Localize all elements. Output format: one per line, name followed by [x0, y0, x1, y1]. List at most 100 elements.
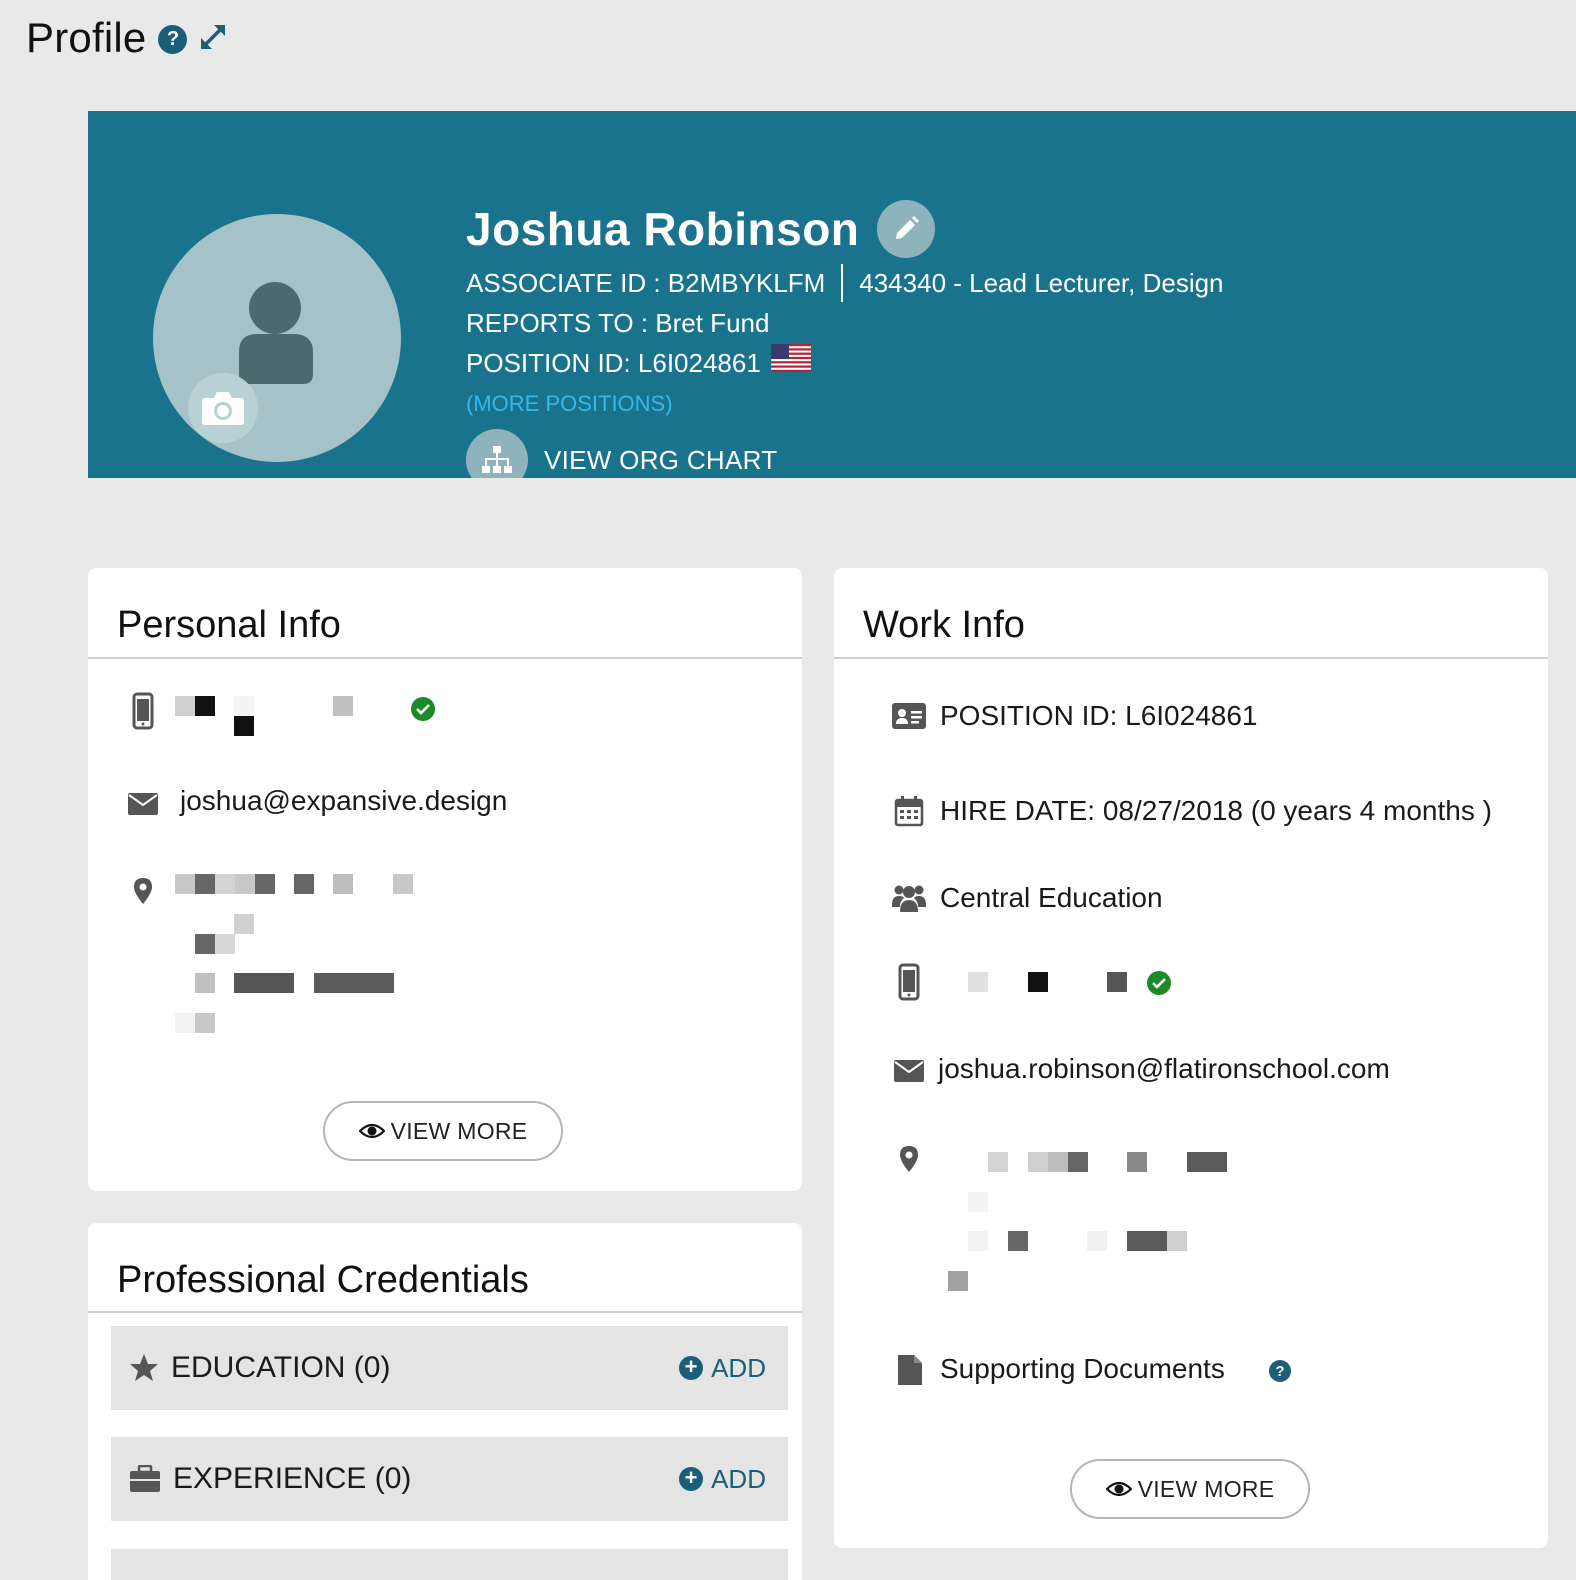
calendar-icon — [894, 796, 924, 827]
redacted-address — [988, 1152, 1008, 1172]
divider — [88, 657, 802, 659]
person-icon — [239, 282, 313, 384]
redacted-phone — [1107, 972, 1127, 992]
banner-info: Joshua Robinson ASSOCIATE ID : B2MBYKLFM… — [466, 199, 1224, 478]
redacted-address — [393, 874, 413, 894]
redacted-address — [1048, 1152, 1068, 1172]
view-org-chart-button[interactable]: VIEW ORG CHART — [466, 429, 1224, 478]
redacted-address — [215, 874, 235, 894]
redacted-address — [1187, 1152, 1227, 1172]
help-icon[interactable]: ? — [158, 24, 188, 54]
education-row: EDUCATION (0) + ADD — [111, 1326, 788, 1410]
divider — [88, 1311, 802, 1313]
supporting-documents-link[interactable]: Supporting Documents — [940, 1353, 1225, 1385]
page-header: Profile ? — [26, 14, 229, 62]
hire-date: HIRE DATE: 08/27/2018 (0 years 4 months … — [940, 795, 1492, 826]
add-education-button[interactable]: + ADD — [679, 1326, 766, 1410]
plus-circle-icon: + — [679, 1356, 704, 1380]
credential-row — [111, 1549, 788, 1580]
camera-icon[interactable] — [188, 373, 258, 443]
redacted-address — [195, 1013, 215, 1033]
redacted-phone — [968, 972, 988, 992]
reports-to: REPORTS TO : Bret Fund — [466, 308, 770, 338]
add-label: ADD — [711, 1352, 766, 1383]
redacted-phone — [234, 716, 254, 736]
work-info-title: Work Info — [863, 604, 1025, 646]
help-icon[interactable]: ? — [1269, 1360, 1291, 1382]
envelope-icon — [128, 793, 158, 815]
more-positions-link[interactable]: (MORE POSITIONS) — [466, 383, 1224, 425]
work-position-id: POSITION ID: L6I024861 — [940, 700, 1258, 731]
redacted-address — [948, 1271, 968, 1291]
redacted-address — [215, 934, 235, 954]
redacted-address — [175, 1013, 195, 1033]
location-pin-icon — [900, 1146, 918, 1172]
eye-icon — [358, 1123, 385, 1139]
divider — [841, 264, 844, 302]
department: Central Education — [940, 882, 1163, 913]
redacted-address — [1028, 1152, 1048, 1172]
redacted-address — [294, 874, 314, 894]
plus-circle-icon: + — [679, 1467, 704, 1491]
verified-check-icon — [411, 697, 435, 721]
experience-label: EXPERIENCE (0) — [173, 1462, 412, 1495]
org-chart-label: VIEW ORG CHART — [544, 444, 778, 475]
redacted-address — [333, 874, 353, 894]
redacted-address — [234, 973, 294, 993]
redacted-phone — [333, 696, 353, 716]
briefcase-icon — [130, 1465, 160, 1492]
redacted-address — [1127, 1231, 1167, 1251]
job-title: 434340 - Lead Lecturer, Design — [859, 268, 1224, 298]
eye-icon — [1105, 1481, 1132, 1497]
employee-name: Joshua Robinson — [466, 203, 860, 255]
personal-view-more-button[interactable]: VIEW MORE — [323, 1101, 563, 1161]
avatar — [153, 214, 401, 462]
profile-banner: Joshua Robinson ASSOCIATE ID : B2MBYKLFM… — [88, 111, 1576, 478]
redacted-address — [175, 874, 195, 894]
pencil-icon — [896, 216, 920, 239]
work-view-more-button[interactable]: VIEW MORE — [1070, 1459, 1310, 1519]
add-experience-button[interactable]: + ADD — [679, 1437, 766, 1521]
redacted-address — [314, 973, 394, 993]
professional-credentials-card: Professional Credentials EDUCATION (0) +… — [88, 1223, 802, 1580]
divider — [834, 657, 1548, 659]
redacted-address — [1087, 1231, 1107, 1251]
add-label: ADD — [711, 1463, 766, 1494]
org-chart-icon — [466, 429, 528, 478]
redacted-address — [235, 874, 255, 894]
redacted-phone — [175, 696, 195, 716]
redacted-address — [255, 874, 275, 894]
id-card-icon — [892, 703, 926, 729]
view-more-label: VIEW MORE — [390, 1117, 528, 1144]
redacted-address — [234, 914, 254, 934]
work-email[interactable]: joshua.robinson@flatironschool.com — [938, 1053, 1390, 1085]
personal-info-title: Personal Info — [117, 604, 341, 646]
verified-check-icon — [1147, 971, 1171, 995]
location-pin-icon — [134, 878, 152, 904]
envelope-icon — [894, 1060, 924, 1082]
expand-icon[interactable] — [197, 21, 229, 58]
redacted-address — [195, 973, 215, 993]
personal-email[interactable]: joshua@expansive.design — [180, 785, 507, 817]
redacted-address — [968, 1192, 988, 1212]
redacted-phone — [1028, 972, 1048, 992]
edit-profile-button[interactable] — [877, 200, 936, 258]
group-icon — [892, 885, 926, 912]
associate-id: ASSOCIATE ID : B2MBYKLFM — [466, 268, 826, 298]
experience-row: EXPERIENCE (0) + ADD — [111, 1437, 788, 1521]
redacted-phone — [195, 696, 215, 716]
education-label: EDUCATION (0) — [171, 1351, 391, 1384]
credentials-title: Professional Credentials — [117, 1259, 529, 1301]
redacted-address — [1008, 1231, 1028, 1251]
mobile-phone-icon — [898, 963, 920, 1001]
redacted-address — [195, 874, 215, 894]
personal-info-card: Personal Info joshua@expansive.design VI… — [88, 568, 802, 1191]
document-icon — [898, 1355, 922, 1385]
redacted-phone — [234, 696, 254, 716]
redacted-address — [1167, 1231, 1187, 1251]
us-flag-icon — [770, 343, 812, 383]
redacted-address — [968, 1231, 988, 1251]
work-info-card: Work Info POSITION ID: L6I024861 HIRE DA… — [834, 568, 1548, 1548]
mobile-phone-icon — [132, 692, 154, 730]
star-icon — [130, 1354, 158, 1381]
